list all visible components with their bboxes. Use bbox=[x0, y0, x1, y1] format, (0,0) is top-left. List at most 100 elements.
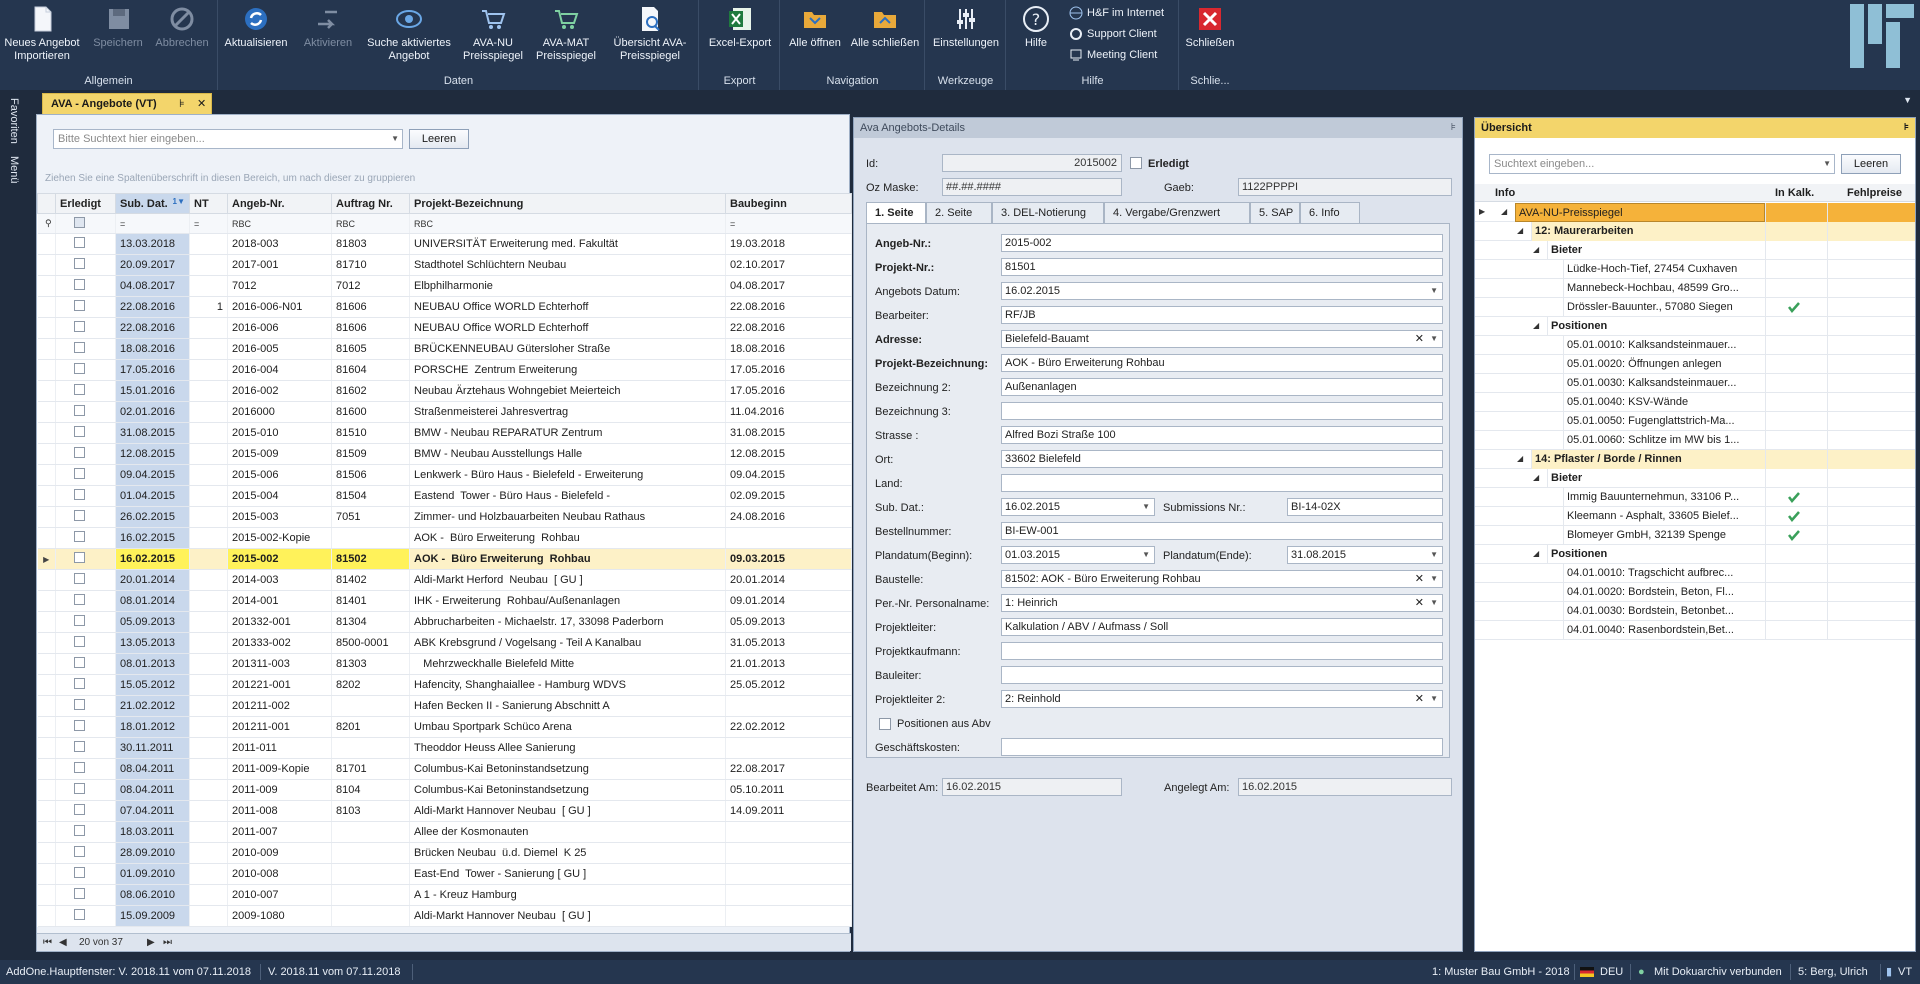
expand-icon[interactable]: ◢ bbox=[1533, 321, 1539, 330]
settings-button[interactable]: Einstellungen bbox=[930, 2, 1002, 70]
angeb-nr-field[interactable]: 2015-002 bbox=[1001, 234, 1443, 252]
bez3-field[interactable] bbox=[1001, 402, 1443, 420]
erledigt-checkbox[interactable] bbox=[55, 737, 116, 759]
table-row[interactable]: 01.04.2015 2015-004 81504 Eastend Tower - B… bbox=[37, 485, 852, 507]
table-row[interactable]: 26.02.2015 2015-003 7051 Zimmer- und Holzba… bbox=[37, 506, 852, 528]
first-page-button[interactable]: ⏮ bbox=[43, 934, 52, 952]
erledigt-checkbox[interactable] bbox=[55, 569, 116, 591]
column-header-info[interactable]: Info bbox=[1495, 187, 1515, 199]
column-header-auftrag-nr[interactable]: Auftrag Nr. bbox=[331, 193, 410, 214]
favorites-side-tab[interactable]: Favoriten bbox=[8, 98, 20, 144]
cancel-button[interactable]: Abbrechen bbox=[152, 2, 212, 70]
filter-erledigt[interactable] bbox=[55, 213, 116, 234]
erledigt-checkbox[interactable] bbox=[55, 821, 116, 843]
table-row[interactable]: 07.04.2011 2011-008 8103 Aldi-Markt Hannove… bbox=[37, 800, 852, 822]
filter-auftrag[interactable]: RBC bbox=[331, 213, 410, 234]
plandatum-beginn-field[interactable]: 01.03.2015 ▼ bbox=[1001, 546, 1155, 564]
column-header-in-kalk[interactable]: In Kalk. bbox=[1775, 187, 1814, 199]
table-row[interactable]: 31.08.2015 2015-010 81510 BMW - Neubau REPA… bbox=[37, 422, 852, 444]
tab-info[interactable]: 6. Info bbox=[1300, 202, 1360, 224]
erledigt-checkbox[interactable] bbox=[55, 506, 116, 528]
table-row[interactable]: 05.09.2013 201332-001 81304 Abbrucharbeiten… bbox=[37, 611, 852, 633]
erledigt-checkbox[interactable] bbox=[55, 905, 116, 927]
column-header-baubeginn[interactable]: Baubeginn bbox=[725, 193, 852, 214]
expand-icon[interactable]: ◢ bbox=[1517, 454, 1523, 463]
erledigt-checkbox[interactable] bbox=[55, 758, 116, 780]
column-header-erledigt[interactable]: Erledigt bbox=[55, 193, 116, 214]
tree-node[interactable]: 05.01.0040: KSV-Wände bbox=[1475, 393, 1915, 412]
close-all-button[interactable]: Alle schließen bbox=[849, 2, 921, 70]
erledigt-checkbox[interactable] bbox=[55, 275, 116, 297]
tree-node[interactable]: ◢ Bieter bbox=[1475, 469, 1915, 488]
land-field[interactable] bbox=[1001, 474, 1443, 492]
erledigt-checkbox[interactable] bbox=[55, 779, 116, 801]
filter-icon[interactable]: ⚲ bbox=[37, 213, 56, 234]
save-button[interactable]: Speichern bbox=[88, 2, 148, 70]
table-row[interactable]: 09.04.2015 2015-006 81506 Lenkwerk - Büro H… bbox=[37, 464, 852, 486]
ava-nu-button[interactable]: AVA-NU Preisspiegel bbox=[459, 2, 527, 70]
filter-sub-dat[interactable]: = bbox=[115, 213, 190, 234]
overview-price-mirror-button[interactable]: Übersicht AVA-Preisspiegel bbox=[605, 2, 695, 70]
tree-node[interactable]: 05.01.0010: Kalksandsteinmauer... bbox=[1475, 336, 1915, 355]
sub-dat-field[interactable]: 16.02.2015 ▼ bbox=[1001, 498, 1155, 516]
filter-angeb[interactable]: RBC bbox=[227, 213, 332, 234]
activate-button[interactable]: Aktivieren bbox=[297, 2, 359, 70]
plandatum-ende-field[interactable]: 31.08.2015 ▼ bbox=[1287, 546, 1443, 564]
expand-icon[interactable]: ◢ bbox=[1501, 207, 1507, 216]
pin-icon[interactable]: ⊧ bbox=[1451, 118, 1456, 138]
next-page-button[interactable]: ▶ bbox=[147, 934, 155, 952]
tree-node[interactable]: ◢ Positionen bbox=[1475, 545, 1915, 564]
chevron-down-icon[interactable]: ▼ bbox=[1430, 547, 1438, 563]
clear-icon[interactable]: ✕ bbox=[1415, 571, 1424, 587]
chevron-down-icon[interactable]: ▼ bbox=[1430, 331, 1438, 347]
offer-search-input[interactable]: Bitte Suchtext hier eingeben... ▼ bbox=[53, 129, 403, 149]
bestellnummer-field[interactable]: BI-EW-001 bbox=[1001, 522, 1443, 540]
tree-node[interactable]: ◢ Positionen bbox=[1475, 317, 1915, 336]
tree-node[interactable]: 04.01.0010: Tragschicht aufbrec... bbox=[1475, 564, 1915, 583]
erledigt-checkbox[interactable] bbox=[55, 338, 116, 360]
table-row[interactable]: 18.08.2016 2016-005 81605 BRÜCKENNEUBAU Güt… bbox=[37, 338, 852, 360]
projekt-bez-field[interactable]: AOK - Büro Erweiterung Rohbau bbox=[1001, 354, 1443, 372]
clear-icon[interactable]: ✕ bbox=[1415, 595, 1424, 611]
tab-list-dropdown-icon[interactable]: ▼ bbox=[1903, 95, 1912, 105]
angebots-datum-field[interactable]: 16.02.2015 ▼ bbox=[1001, 282, 1443, 300]
chevron-down-icon[interactable]: ▼ bbox=[1430, 691, 1438, 707]
erledigt-checkbox[interactable] bbox=[55, 611, 116, 633]
table-row[interactable]: 20.01.2014 2014-003 81402 Aldi-Markt Herfor… bbox=[37, 569, 852, 591]
bauleiter-field[interactable] bbox=[1001, 666, 1443, 684]
erledigt-checkbox[interactable] bbox=[55, 653, 116, 675]
table-row[interactable]: 22.08.2016 2016-006 81606 NEUBAU Office WOR… bbox=[37, 317, 852, 339]
erledigt-checkbox[interactable] bbox=[55, 401, 116, 423]
tab-vergabe[interactable]: 4. Vergabe/Grenzwert bbox=[1104, 202, 1250, 224]
chevron-down-icon[interactable]: ▼ bbox=[1430, 283, 1438, 299]
erledigt-checkbox[interactable] bbox=[55, 695, 116, 717]
table-row[interactable]: 08.04.2011 2011-009 8104 Columbus-Kai Beton… bbox=[37, 779, 852, 801]
table-row[interactable]: 02.01.2016 2016000 81600 Straßenmeisterei J… bbox=[37, 401, 852, 423]
help-button[interactable]: ? Hilfe bbox=[1013, 2, 1059, 70]
tree-node[interactable]: Mannebeck-Hochbau, 48599 Gro... bbox=[1475, 279, 1915, 298]
tree-node[interactable]: Blomeyer GmbH, 32139 Spenge bbox=[1475, 526, 1915, 545]
open-all-button[interactable]: Alle öffnen bbox=[785, 2, 845, 70]
erledigt-checkbox[interactable] bbox=[55, 800, 116, 822]
tree-node[interactable]: 04.01.0040: Rasenbordstein,Bet... bbox=[1475, 621, 1915, 640]
table-row[interactable]: 21.02.2012 201211-002 Hafen Becken II - Sa… bbox=[37, 695, 852, 717]
tab-seite-2[interactable]: 2. Seite bbox=[926, 202, 992, 224]
prev-page-button[interactable]: ◀ bbox=[59, 934, 67, 952]
chevron-down-icon[interactable]: ▼ bbox=[1142, 499, 1150, 515]
table-row[interactable]: 04.08.2017 7012 7012 Elbphilharmonie 04.08.2… bbox=[37, 275, 852, 297]
filter-baubeginn[interactable]: = bbox=[725, 213, 852, 234]
erledigt-checkbox[interactable] bbox=[1130, 157, 1142, 169]
projektleiter2-field[interactable]: 2: Reinhold ✕ ▼ bbox=[1001, 690, 1443, 708]
table-row[interactable]: 15.01.2016 2016-002 81602 Neubau Ärztehaus … bbox=[37, 380, 852, 402]
erledigt-checkbox[interactable] bbox=[55, 380, 116, 402]
tree-node[interactable]: ◢ 12: Maurerarbeiten bbox=[1475, 222, 1915, 241]
tree-node[interactable]: 05.01.0050: Fugenglattstrich-Ma... bbox=[1475, 412, 1915, 431]
table-row[interactable]: 12.08.2015 2015-009 81509 BMW - Neubau Auss… bbox=[37, 443, 852, 465]
erledigt-checkbox[interactable] bbox=[55, 464, 116, 486]
tree-node[interactable]: 04.01.0020: Bordstein, Beton, Fl... bbox=[1475, 583, 1915, 602]
tree-node[interactable]: 05.01.0030: Kalksandsteinmauer... bbox=[1475, 374, 1915, 393]
last-page-button[interactable]: ⏭ bbox=[163, 934, 172, 952]
tree-node[interactable]: Kleemann - Asphalt, 33605 Bielef... bbox=[1475, 507, 1915, 526]
bearbeiter-field[interactable]: RF/JB bbox=[1001, 306, 1443, 324]
erledigt-checkbox[interactable] bbox=[55, 317, 116, 339]
